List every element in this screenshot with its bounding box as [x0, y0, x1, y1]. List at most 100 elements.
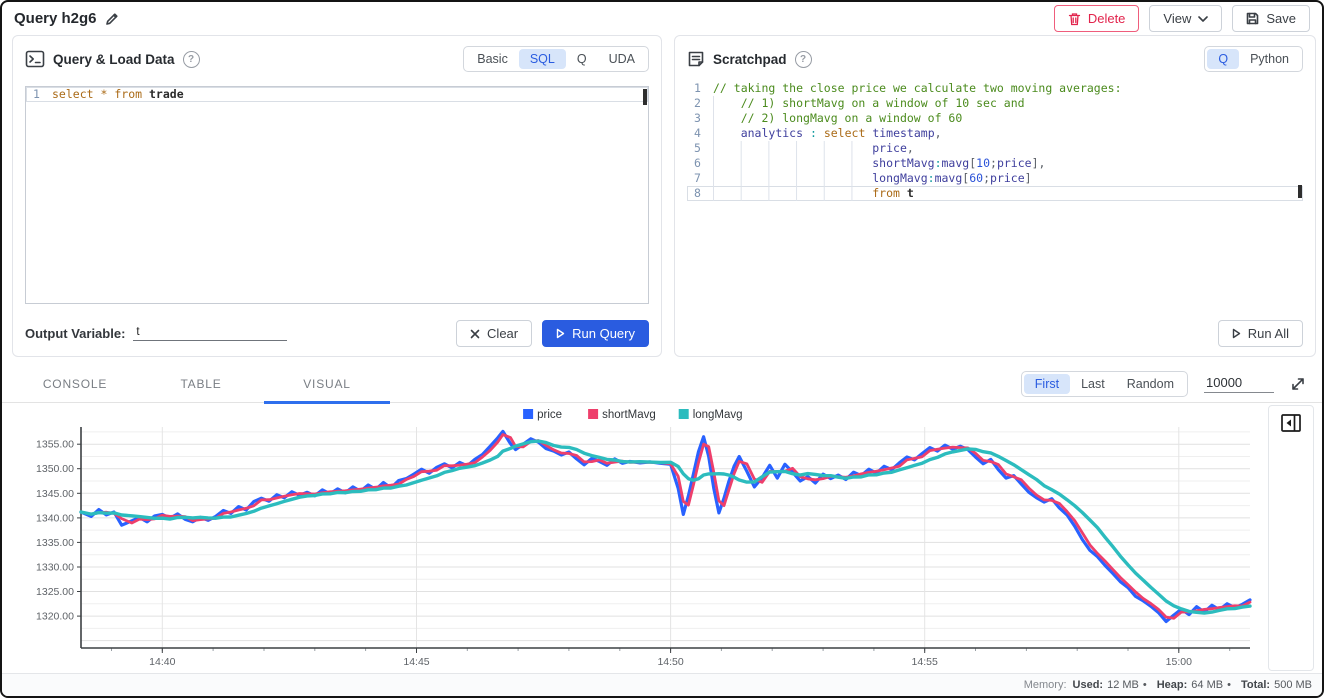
memory-item-value: 500 MB — [1274, 679, 1312, 691]
legend-item-price[interactable]: price — [523, 409, 562, 421]
run-icon — [556, 328, 565, 339]
run-all-button-label: Run All — [1248, 326, 1289, 341]
code-line-6[interactable]: 6 shortMavg:mavg[10;price], — [687, 156, 1303, 171]
scratchpad-code-editor[interactable]: 1// taking the close price we calculate … — [687, 81, 1303, 302]
expand-icon[interactable] — [1290, 376, 1306, 392]
svg-text:1325.00: 1325.00 — [36, 586, 74, 598]
legend-item-longMavg[interactable]: longMavg — [679, 409, 743, 421]
sample-mode-segmented: FirstLastRandom — [1021, 371, 1188, 397]
run-all-icon — [1232, 328, 1241, 339]
chart-series-price — [81, 431, 1250, 621]
clear-x-icon — [470, 329, 480, 339]
delete-button-label: Delete — [1088, 11, 1126, 26]
code-line-3[interactable]: 3 // 2) longMavg on a window of 60 — [687, 111, 1303, 126]
edit-title-button[interactable] — [105, 12, 119, 26]
results-tab-table[interactable]: TABLE — [138, 365, 264, 403]
terminal-icon — [25, 50, 45, 68]
svg-text:14:55: 14:55 — [912, 656, 938, 668]
code-line-1[interactable]: 1// taking the close price we calculate … — [687, 81, 1303, 96]
svg-text:1335.00: 1335.00 — [36, 537, 74, 549]
clear-button[interactable]: Clear — [456, 320, 532, 347]
code-line-2[interactable]: 2 // 1) shortMavg on a window of 10 sec … — [687, 96, 1303, 111]
results-tab-console[interactable]: CONSOLE — [12, 365, 138, 403]
svg-text:1340.00: 1340.00 — [36, 512, 74, 524]
query-panel-footer: Output Variable: Clear Run Query — [25, 320, 649, 347]
scratchpad-editor-scrollbar[interactable] — [1298, 185, 1302, 198]
chart-side-panel — [1268, 405, 1314, 671]
pencil-icon — [105, 12, 119, 26]
query-panel-header: Query & Load Data ? BasicSQLQUDA — [13, 36, 661, 82]
page-title: Query h2g6 — [14, 10, 97, 27]
results-chart: 1320.001325.001330.001335.001340.001345.… — [6, 403, 1262, 671]
svg-text:15:00: 15:00 — [1166, 656, 1192, 668]
line-number: 3 — [687, 111, 713, 126]
trash-icon — [1068, 12, 1081, 26]
output-variable-input[interactable] — [133, 326, 287, 341]
line-number: 7 — [687, 171, 713, 186]
save-button-label: Save — [1266, 11, 1296, 26]
code-line-4[interactable]: 4 analytics : select timestamp, — [687, 126, 1303, 141]
scratchpad-header: Scratchpad ? QPython — [675, 36, 1315, 82]
scratchpad-mode-python[interactable]: Python — [1239, 49, 1300, 69]
query-mode-uda[interactable]: UDA — [598, 49, 646, 69]
sample-size-input[interactable] — [1204, 374, 1274, 393]
line-number: 1 — [26, 87, 52, 102]
results-tab-visual[interactable]: VISUAL — [264, 365, 390, 403]
collapse-panel-icon — [1280, 413, 1302, 433]
svg-text:shortMavg: shortMavg — [602, 409, 656, 421]
svg-text:longMavg: longMavg — [693, 409, 743, 421]
svg-text:1320.00: 1320.00 — [36, 611, 74, 623]
view-button-label: View — [1163, 11, 1191, 26]
status-bar: Memory:Used:12 MB•Heap:64 MB•Total:500 M… — [2, 673, 1322, 696]
code-line-7[interactable]: 7 longMavg:mavg[60;price] — [687, 171, 1303, 186]
scratchpad-footer: Run All — [687, 320, 1303, 347]
code-line-8[interactable]: 8 from t — [687, 186, 1303, 201]
svg-text:14:40: 14:40 — [149, 656, 175, 668]
query-mode-basic[interactable]: Basic — [466, 49, 519, 69]
memory-item-label: Total: — [1241, 679, 1270, 691]
query-help-icon[interactable]: ? — [183, 51, 200, 68]
line-number: 2 — [687, 96, 713, 111]
scratchpad-mode-q[interactable]: Q — [1207, 49, 1239, 69]
svg-text:1350.00: 1350.00 — [36, 463, 74, 475]
delete-button[interactable]: Delete — [1054, 5, 1140, 32]
scratchpad-icon — [687, 50, 705, 68]
results-chart-area: 1320.001325.001330.001335.001340.001345.… — [6, 403, 1264, 673]
code-line-5[interactable]: 5 price, — [687, 141, 1303, 156]
svg-text:14:50: 14:50 — [657, 656, 683, 668]
collapse-panel-button[interactable] — [1280, 413, 1302, 433]
svg-text:1345.00: 1345.00 — [36, 488, 74, 500]
output-variable-label: Output Variable: — [25, 326, 125, 341]
line-number: 8 — [687, 186, 713, 201]
query-editor-scrollbar[interactable] — [643, 89, 647, 105]
scratchpad-mode-segmented: QPython — [1204, 46, 1303, 72]
query-panel: Query & Load Data ? BasicSQLQUDA 1select… — [12, 35, 662, 357]
query-mode-q[interactable]: Q — [566, 49, 598, 69]
sample-mode-first[interactable]: First — [1024, 374, 1070, 394]
run-query-button[interactable]: Run Query — [542, 320, 649, 347]
save-button[interactable]: Save — [1232, 5, 1310, 32]
sample-mode-random[interactable]: Random — [1116, 374, 1185, 394]
run-all-button[interactable]: Run All — [1218, 320, 1303, 347]
chevron-down-icon — [1198, 16, 1208, 22]
query-code-editor[interactable]: 1select * from trade — [25, 86, 649, 304]
query-mode-segmented: BasicSQLQUDA — [463, 46, 649, 72]
scratchpad-help-icon[interactable]: ? — [795, 51, 812, 68]
memory-item-value: 12 MB — [1107, 679, 1139, 691]
header-actions: Delete View Save — [1054, 5, 1310, 32]
view-button[interactable]: View — [1149, 5, 1222, 32]
sample-mode-last[interactable]: Last — [1070, 374, 1116, 394]
code-line-1[interactable]: 1select * from trade — [26, 87, 648, 102]
run-query-button-label: Run Query — [572, 326, 635, 341]
svg-text:1355.00: 1355.00 — [36, 439, 74, 451]
query-mode-sql[interactable]: SQL — [519, 49, 566, 69]
legend-item-shortMavg[interactable]: shortMavg — [588, 409, 656, 421]
line-number: 4 — [687, 126, 713, 141]
line-number: 6 — [687, 156, 713, 171]
svg-text:price: price — [537, 409, 562, 421]
line-number: 5 — [687, 141, 713, 156]
app-window: Query h2g6 Delete View — [0, 0, 1324, 698]
save-icon — [1246, 12, 1259, 25]
line-number: 1 — [687, 81, 713, 96]
query-panel-title: Query & Load Data — [53, 52, 175, 67]
